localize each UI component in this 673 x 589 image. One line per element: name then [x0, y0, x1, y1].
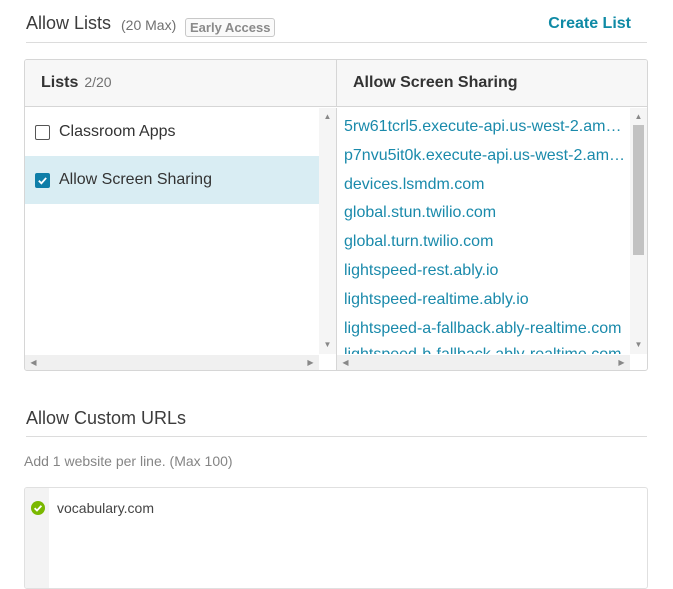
list-item-classroom-apps[interactable]: Classroom Apps: [25, 108, 319, 156]
scroll-up-icon[interactable]: ▲: [630, 112, 647, 121]
allow-lists-header: Allow Lists (20 Max) Early Access Create…: [26, 0, 647, 43]
editor-gutter: [25, 488, 49, 588]
lists-pane: Classroom Apps Allow Screen Sharing ▲ ▼ …: [25, 108, 336, 370]
url-item: global.stun.twilio.com: [344, 204, 497, 221]
scroll-down-icon[interactable]: ▼: [630, 340, 647, 349]
urls-scroll-thumb[interactable]: [633, 125, 644, 255]
lists-column-header: Lists 2/20: [25, 60, 336, 107]
checkbox-icon[interactable]: [35, 172, 50, 188]
url-item: devices.lsmdm.com: [344, 176, 485, 193]
lists-box: Lists 2/20 Allow Screen Sharing Classroom…: [24, 59, 648, 371]
url-item: 5rw61tcrl5.execute-api.us-west-2.amazona…: [344, 118, 630, 135]
lists-count: 2/20: [84, 74, 112, 90]
urls-vertical-scrollbar[interactable]: ▲ ▼: [630, 108, 647, 354]
list-item-allow-screen-sharing[interactable]: Allow Screen Sharing: [25, 156, 319, 204]
scroll-up-icon[interactable]: ▲: [319, 112, 336, 121]
scroll-down-icon[interactable]: ▼: [319, 340, 336, 349]
list-item-label: Classroom Apps: [59, 123, 176, 140]
custom-urls-header: Allow Custom URLs: [26, 398, 647, 437]
urls-horizontal-scrollbar[interactable]: ◀ ▶: [337, 355, 630, 370]
custom-urls-help: Add 1 website per line. (Max 100): [24, 453, 233, 469]
allow-lists-max-note: (20 Max): [121, 17, 177, 33]
urls-pane: 5rw61tcrl5.execute-api.us-west-2.amazona…: [337, 108, 647, 370]
create-list-link[interactable]: Create List: [548, 15, 631, 33]
lists-header-label: Lists: [41, 74, 79, 91]
url-item: lightspeed-a-fallback.ably-realtime.com: [344, 320, 622, 337]
check-circle-icon: [31, 501, 45, 515]
scroll-left-icon[interactable]: ◀: [25, 358, 42, 367]
lists-horizontal-scrollbar[interactable]: ◀ ▶: [25, 355, 319, 370]
url-item: lightspeed-realtime.ably.io: [344, 291, 529, 308]
urls-column-header: Allow Screen Sharing: [336, 60, 647, 107]
url-item: lightspeed-b-fallback.ably-realtime.com: [344, 346, 630, 354]
checkbox-icon[interactable]: [35, 124, 50, 140]
url-item: lightspeed-rest.ably.io: [344, 262, 499, 279]
url-item: global.turn.twilio.com: [344, 233, 494, 250]
scroll-right-icon[interactable]: ▶: [302, 358, 319, 367]
allow-lists-title: Allow Lists: [26, 13, 112, 33]
checkmark-icon: [38, 176, 47, 185]
custom-url-line[interactable]: vocabulary.com: [57, 500, 154, 516]
scroll-left-icon[interactable]: ◀: [337, 358, 354, 367]
lists-vertical-scrollbar[interactable]: ▲ ▼: [319, 108, 336, 354]
early-access-badge: Early Access: [185, 18, 276, 37]
url-item: p7nvu5it0k.execute-api.us-west-2.amazona…: [344, 147, 630, 164]
urls-header-label: Allow Screen Sharing: [353, 74, 518, 91]
custom-urls-title: Allow Custom URLs: [26, 408, 187, 428]
list-item-label: Allow Screen Sharing: [59, 171, 212, 188]
custom-urls-editor[interactable]: vocabulary.com: [24, 487, 648, 589]
scroll-right-icon[interactable]: ▶: [613, 358, 630, 367]
